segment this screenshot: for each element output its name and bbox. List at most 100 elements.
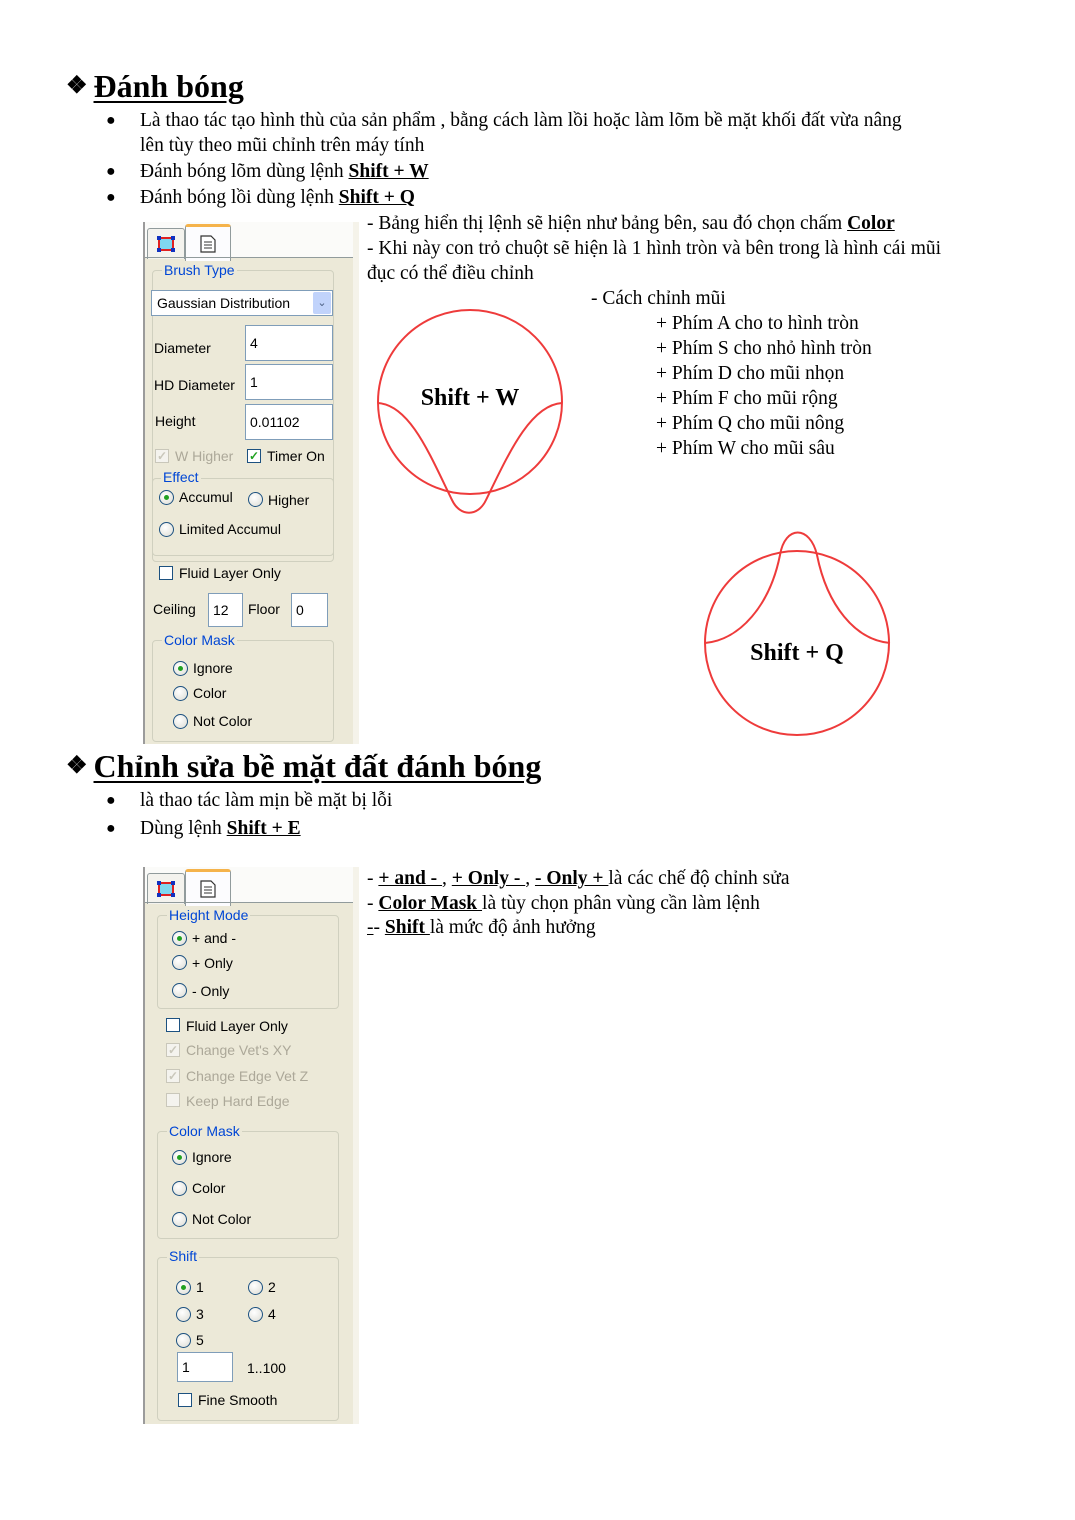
convex-tip-curve — [704, 531, 891, 644]
fluid-layer-checkbox[interactable] — [159, 566, 173, 580]
color-mask-radio-ignore[interactable] — [173, 661, 188, 676]
note-text: , — [525, 868, 535, 889]
height-mode-option-label: - Only — [192, 983, 230, 999]
color-mask-option-label: Not Color — [193, 713, 253, 729]
adjust-title: - Cách chỉnh mũi — [591, 288, 726, 309]
hd-diameter-input[interactable] — [245, 364, 333, 400]
shift-radio-2[interactable] — [248, 1280, 263, 1295]
height-mode-radio-minus-only[interactable] — [172, 983, 187, 998]
adjust-item: + Phím D cho mũi nhọn — [656, 363, 845, 384]
tab-divider — [145, 902, 353, 903]
shortcut-shift-w: Shift + W — [348, 161, 429, 182]
section2-title: Chỉnh sửa bề mặt đất đánh bóng — [93, 748, 542, 784]
effect-radio-higher[interactable] — [248, 492, 263, 507]
color-mask-option-label: Not Color — [192, 1211, 252, 1227]
bullet-item: ● là thao tác làm mịn bề mặt bị lỗi — [106, 788, 393, 813]
mode-plus-and-minus: + and - — [378, 868, 443, 889]
diamond-bullet-icon: ❖ — [66, 753, 88, 779]
color-mask-radio-color[interactable] — [172, 1181, 187, 1196]
shift-radio-4[interactable] — [248, 1307, 263, 1322]
height-mode-radio-plus-only[interactable] — [172, 955, 187, 970]
fluid-layer-checkbox[interactable] — [166, 1018, 180, 1032]
note-text: là các chế độ chỉnh sửa — [608, 868, 790, 889]
shift-value-input[interactable] — [177, 1352, 233, 1382]
brush-type-select[interactable]: Gaussian Distribution ⌄ — [151, 290, 333, 316]
w-higher-checkbox[interactable]: ✓ — [155, 449, 169, 463]
shift-radio-3[interactable] — [176, 1307, 191, 1322]
fluid-layer-label: Fluid Layer Only — [186, 1018, 288, 1034]
panel-edge — [353, 867, 359, 1424]
shift-radio-1[interactable] — [176, 1280, 191, 1295]
tab-properties[interactable] — [185, 224, 231, 261]
section2-heading: ❖ Chỉnh sửa bề mặt đất đánh bóng — [66, 748, 541, 784]
color-mask-option-label: Ignore — [192, 1149, 232, 1165]
change-vets-xy-checkbox[interactable]: ✓ — [166, 1043, 180, 1057]
shift-option-label: 4 — [268, 1306, 276, 1322]
note-text: - — [373, 917, 385, 938]
color-mask-label: Color Mask — [167, 1123, 242, 1139]
timer-on-checkbox[interactable]: ✓ — [247, 449, 261, 463]
keep-hard-edge-checkbox[interactable] — [166, 1093, 180, 1107]
color-mask-label: Color Mask — [162, 632, 237, 648]
note-text: - — [367, 868, 379, 889]
change-edge-vet-z-checkbox[interactable]: ✓ — [166, 1069, 180, 1083]
note-line-3: đục có thể điều chỉnh — [367, 263, 534, 284]
bullet-text: Đánh bóng lồi dùng lệnh — [140, 187, 339, 208]
color-mask-radio-not-color[interactable] — [172, 1212, 187, 1227]
smooth-settings-panel: Height Mode + and - + Only - Only Fluid … — [143, 867, 359, 1424]
shift-radio-5[interactable] — [176, 1333, 191, 1348]
note2-line-2: - Color Mask là tùy chọn phân vùng cần l… — [367, 891, 760, 916]
effect-radio-limited-accumul[interactable] — [159, 522, 174, 537]
fine-smooth-checkbox[interactable] — [178, 1393, 192, 1407]
effect-radio-accumul[interactable] — [159, 490, 174, 505]
diameter-input[interactable] — [245, 325, 333, 361]
bullet-item: ● Đánh bóng lõm dùng lệnh Shift + W — [106, 159, 1020, 184]
adjust-item: + Phím W cho mũi sâu — [656, 438, 835, 459]
height-mode-radio-plus-and-minus[interactable] — [172, 931, 187, 946]
brush-type-label: Brush Type — [162, 262, 237, 278]
effect-label: Effect — [161, 469, 201, 485]
color-mask-option-label: Ignore — [193, 660, 233, 676]
floor-input[interactable] — [291, 593, 328, 627]
chevron-down-icon[interactable]: ⌄ — [313, 292, 331, 314]
note-text: là tùy chọn phân vùng cần làm lệnh — [482, 893, 760, 914]
note-bold-color: Color — [847, 213, 895, 234]
height-mode-label: Height Mode — [167, 907, 251, 923]
w-higher-label: W Higher — [175, 448, 234, 464]
shift-label: Shift — [167, 1248, 200, 1264]
height-input[interactable] — [245, 404, 333, 440]
color-mask-radio-not-color[interactable] — [173, 714, 188, 729]
bullet-text: là thao tác làm mịn bề mặt bị lỗi — [140, 790, 393, 811]
change-vets-xy-label: Change Vet's XY — [186, 1042, 292, 1058]
brush-grid-icon — [157, 236, 175, 252]
bullet-text: Dùng lệnh — [140, 818, 227, 839]
note-text: là mức độ ảnh hưởng — [429, 917, 596, 938]
effect-option-label: Accumul — [179, 489, 233, 505]
section1-bullets: ● Là thao tác tạo hình thù của sản phẩm … — [106, 108, 1020, 210]
bullet-item: ● Đánh bóng lồi dùng lệnh Shift + Q — [106, 185, 1020, 210]
color-mask-option-label: Color — [192, 1180, 226, 1196]
bullet-text: Đánh bóng lõm dùng lệnh — [140, 161, 349, 182]
panel-tabs — [145, 867, 353, 906]
ceiling-input[interactable] — [208, 593, 243, 627]
effect-option-label: Limited Accumul — [179, 521, 281, 537]
brush-type-value: Gaussian Distribution — [157, 295, 291, 311]
color-mask-radio-color[interactable] — [173, 686, 188, 701]
note-bold-shift: Shift — [384, 917, 430, 938]
brush-settings-panel: Brush Type Gaussian Distribution ⌄ Diame… — [143, 222, 359, 744]
color-mask-radio-ignore[interactable] — [172, 1150, 187, 1165]
convex-brush-diagram: Shift + Q — [704, 531, 891, 736]
timer-on-label: Timer On — [267, 448, 325, 464]
panel-edge — [353, 222, 359, 744]
diameter-label: Diameter — [154, 340, 211, 356]
tab-brush[interactable] — [147, 228, 185, 259]
concave-tip-curve — [377, 402, 563, 514]
panel-tabs — [145, 222, 353, 261]
tab-brush[interactable] — [147, 873, 185, 904]
tab-properties[interactable] — [185, 869, 231, 906]
height-mode-option-label: + and - — [192, 930, 236, 946]
note-text: , — [442, 868, 452, 889]
bullet-dot-icon: ● — [106, 820, 116, 837]
hd-diameter-label: HD Diameter — [154, 377, 235, 393]
adjust-item: + Phím A cho to hình tròn — [656, 313, 859, 334]
